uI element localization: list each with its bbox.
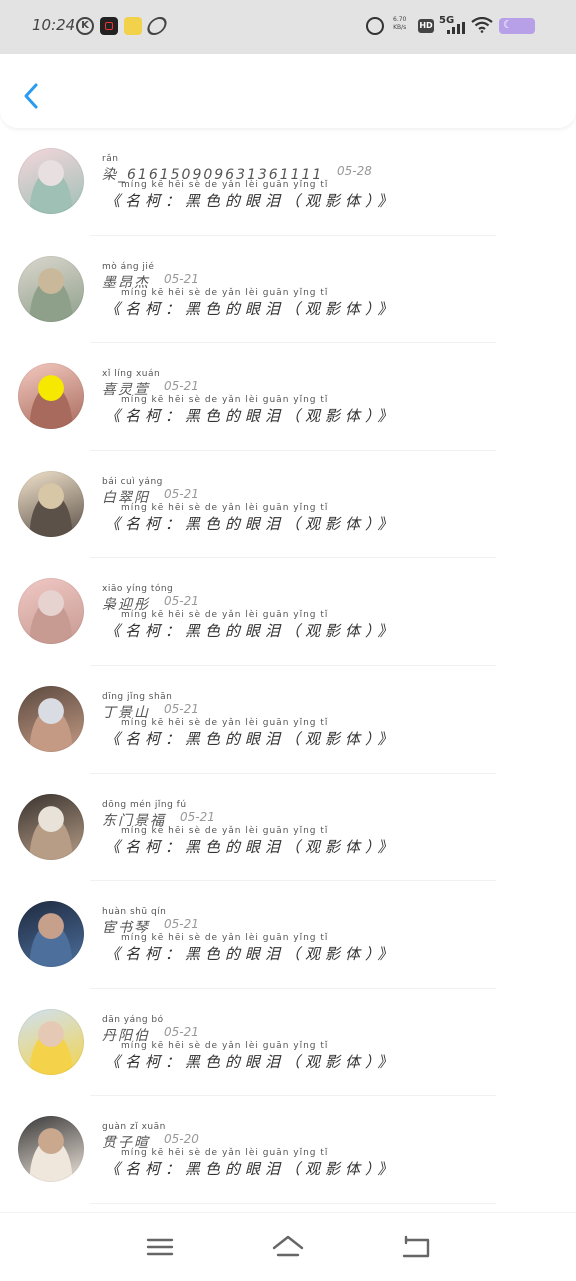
username-pinyin: rǎn — [102, 154, 119, 164]
title-text: 《名柯：黑色的眼泪（观影体）》 — [105, 407, 398, 426]
k-app-icon: K — [76, 17, 94, 35]
avatar[interactable] — [18, 901, 84, 968]
title-pinyin: míng kē hēi sè de yǎn lèi guān yǐng tǐ — [121, 1040, 329, 1051]
post-date: 05-21 — [164, 379, 199, 394]
title-text: 《名柯：黑色的眼泪（观影体）》 — [105, 514, 398, 533]
avatar[interactable] — [18, 148, 84, 214]
wifi-icon — [471, 17, 493, 33]
username-pinyin: dān yáng bó — [102, 1014, 164, 1025]
title-pinyin: míng kē hēi sè de yǎn lèi guān yǐng tǐ — [121, 610, 329, 621]
post-date: 05-21 — [164, 917, 199, 932]
chevron-left-icon[interactable] — [14, 76, 48, 116]
divider — [90, 1202, 496, 1204]
title-pinyin: míng kē hēi sè de yǎn lèi guān yǐng tǐ — [121, 717, 329, 728]
title-pinyin: míng kē hēi sè de yǎn lèi guān yǐng tǐ — [121, 502, 329, 513]
network-speed: 6.70 KB/s — [393, 16, 406, 32]
title-text: 《名柯：黑色的眼泪（观影体）》 — [105, 729, 398, 748]
list-item[interactable]: bái cuì yáng 白翠阳 05-21 míng kē hēi sè de yǎ… — [0, 451, 576, 559]
avatar[interactable] — [18, 1116, 84, 1183]
list-item[interactable]: dīng jǐng shān 丁景山 05-21 míng kē hēi sè de … — [0, 666, 576, 774]
username-pinyin: huàn shū qín — [102, 907, 167, 918]
leaf-app-icon — [144, 17, 170, 35]
avatar[interactable] — [18, 578, 84, 645]
avatar[interactable] — [18, 363, 84, 430]
title-text: 《名柯：黑色的眼泪（观影体）》 — [105, 1052, 398, 1071]
system-navigation-bar — [0, 1212, 576, 1281]
post-date: 05-21 — [164, 1024, 199, 1039]
post-date: 05-21 — [164, 594, 199, 609]
title-text: 《名柯：黑色的眼泪（观影体）》 — [105, 299, 398, 318]
status-bar: 10:24 K 6.70 KB/s HD 5G ☾ — [0, 0, 576, 54]
post-date: 05-28 — [337, 164, 372, 178]
avatar[interactable] — [18, 685, 84, 752]
list-item[interactable]: huàn shū qín 宦书琴 05-21 míng kē hēi sè de yǎ… — [0, 881, 576, 989]
post-date: 05-21 — [164, 486, 199, 501]
title-text: 《名柯：黑色的眼泪（观影体）》 — [105, 1160, 398, 1179]
title-pinyin: míng kē hēi sè de yǎn lèi guān yǐng tǐ — [121, 395, 329, 406]
home-icon[interactable] — [268, 1231, 308, 1263]
post-date: 05-21 — [164, 271, 199, 286]
username-pinyin: dōng mén jǐng fú — [102, 799, 187, 810]
title-text: 《名柯：黑色的眼泪（观影体）》 — [105, 837, 398, 856]
username-pinyin: mò áng jié — [102, 261, 155, 272]
avatar[interactable] — [18, 470, 84, 537]
title-pinyin: míng kē hēi sè de yǎn lèi guān yǐng tǐ — [121, 1148, 329, 1159]
title-text: 《名柯：黑色的眼泪（观影体）》 — [105, 945, 398, 964]
avatar[interactable] — [18, 793, 84, 860]
username-pinyin: dīng jǐng shān — [102, 691, 173, 702]
title-text: 《名柯：黑色的眼泪（观影体）》 — [105, 192, 398, 210]
recording-icon — [100, 17, 118, 35]
username-pinyin: bái cuì yáng — [102, 476, 163, 487]
menu-icon[interactable] — [140, 1231, 180, 1263]
network-speed-value: 6.70 — [393, 16, 407, 23]
status-time: 10:24 — [32, 16, 76, 34]
network-speed-unit: KB/s — [393, 24, 407, 31]
title-pinyin: míng kē hēi sè de yǎn lèi guān yǐng tǐ — [121, 180, 329, 190]
title-pinyin: míng kē hēi sè de yǎn lèi guān yǐng tǐ — [121, 287, 329, 298]
list-item[interactable]: dōng mén jǐng fú 东门景福 05-21 míng kē hēi sè … — [0, 774, 576, 882]
post-date: 05-21 — [164, 701, 199, 716]
list-item[interactable]: guàn zǐ xuān 贯子暄 05-20 míng kē hēi sè de yǎ… — [0, 1096, 576, 1204]
title-pinyin: míng kē hēi sè de yǎn lèi guān yǐng tǐ — [121, 825, 329, 836]
app-header — [0, 54, 576, 128]
list-item[interactable]: xiāo yíng tóng 枭迎彤 05-21 míng kē hēi sè de … — [0, 558, 576, 666]
list-item[interactable]: xǐ líng xuán 喜灵萱 05-21 míng kē hēi sè de yǎ… — [0, 343, 576, 451]
list-item[interactable]: rǎn 染_616150909631361111 05-28 míng kē hēi … — [0, 128, 576, 236]
title-pinyin: míng kē hēi sè de yǎn lèi guān yǐng tǐ — [121, 933, 329, 944]
avatar[interactable] — [18, 1008, 84, 1075]
list-item[interactable]: mò áng jié 墨昂杰 05-21 míng kē hēi sè de yǎn … — [0, 236, 576, 344]
user-list: rǎn 染_616150909631361111 05-28 míng kē hēi … — [0, 128, 576, 1204]
list-item[interactable]: dān yáng bó 丹阳伯 05-21 míng kē hēi sè de yǎn… — [0, 989, 576, 1097]
hd-badge: HD — [418, 19, 434, 33]
signal-strength-icon — [447, 22, 465, 34]
post-date: 05-20 — [164, 1132, 199, 1147]
avatar[interactable] — [18, 255, 84, 322]
back-nav-icon[interactable] — [396, 1231, 436, 1263]
post-date: 05-21 — [180, 809, 215, 824]
username-pinyin: guàn zǐ xuān — [102, 1122, 166, 1133]
username-pinyin: xǐ líng xuán — [102, 369, 161, 380]
title-text: 《名柯：黑色的眼泪（观影体）》 — [105, 622, 398, 641]
battery-icon: ☾ — [499, 18, 535, 34]
app-notification-icon — [124, 17, 142, 35]
username-pinyin: xiāo yíng tóng — [102, 584, 174, 595]
alarm-icon — [366, 17, 384, 35]
